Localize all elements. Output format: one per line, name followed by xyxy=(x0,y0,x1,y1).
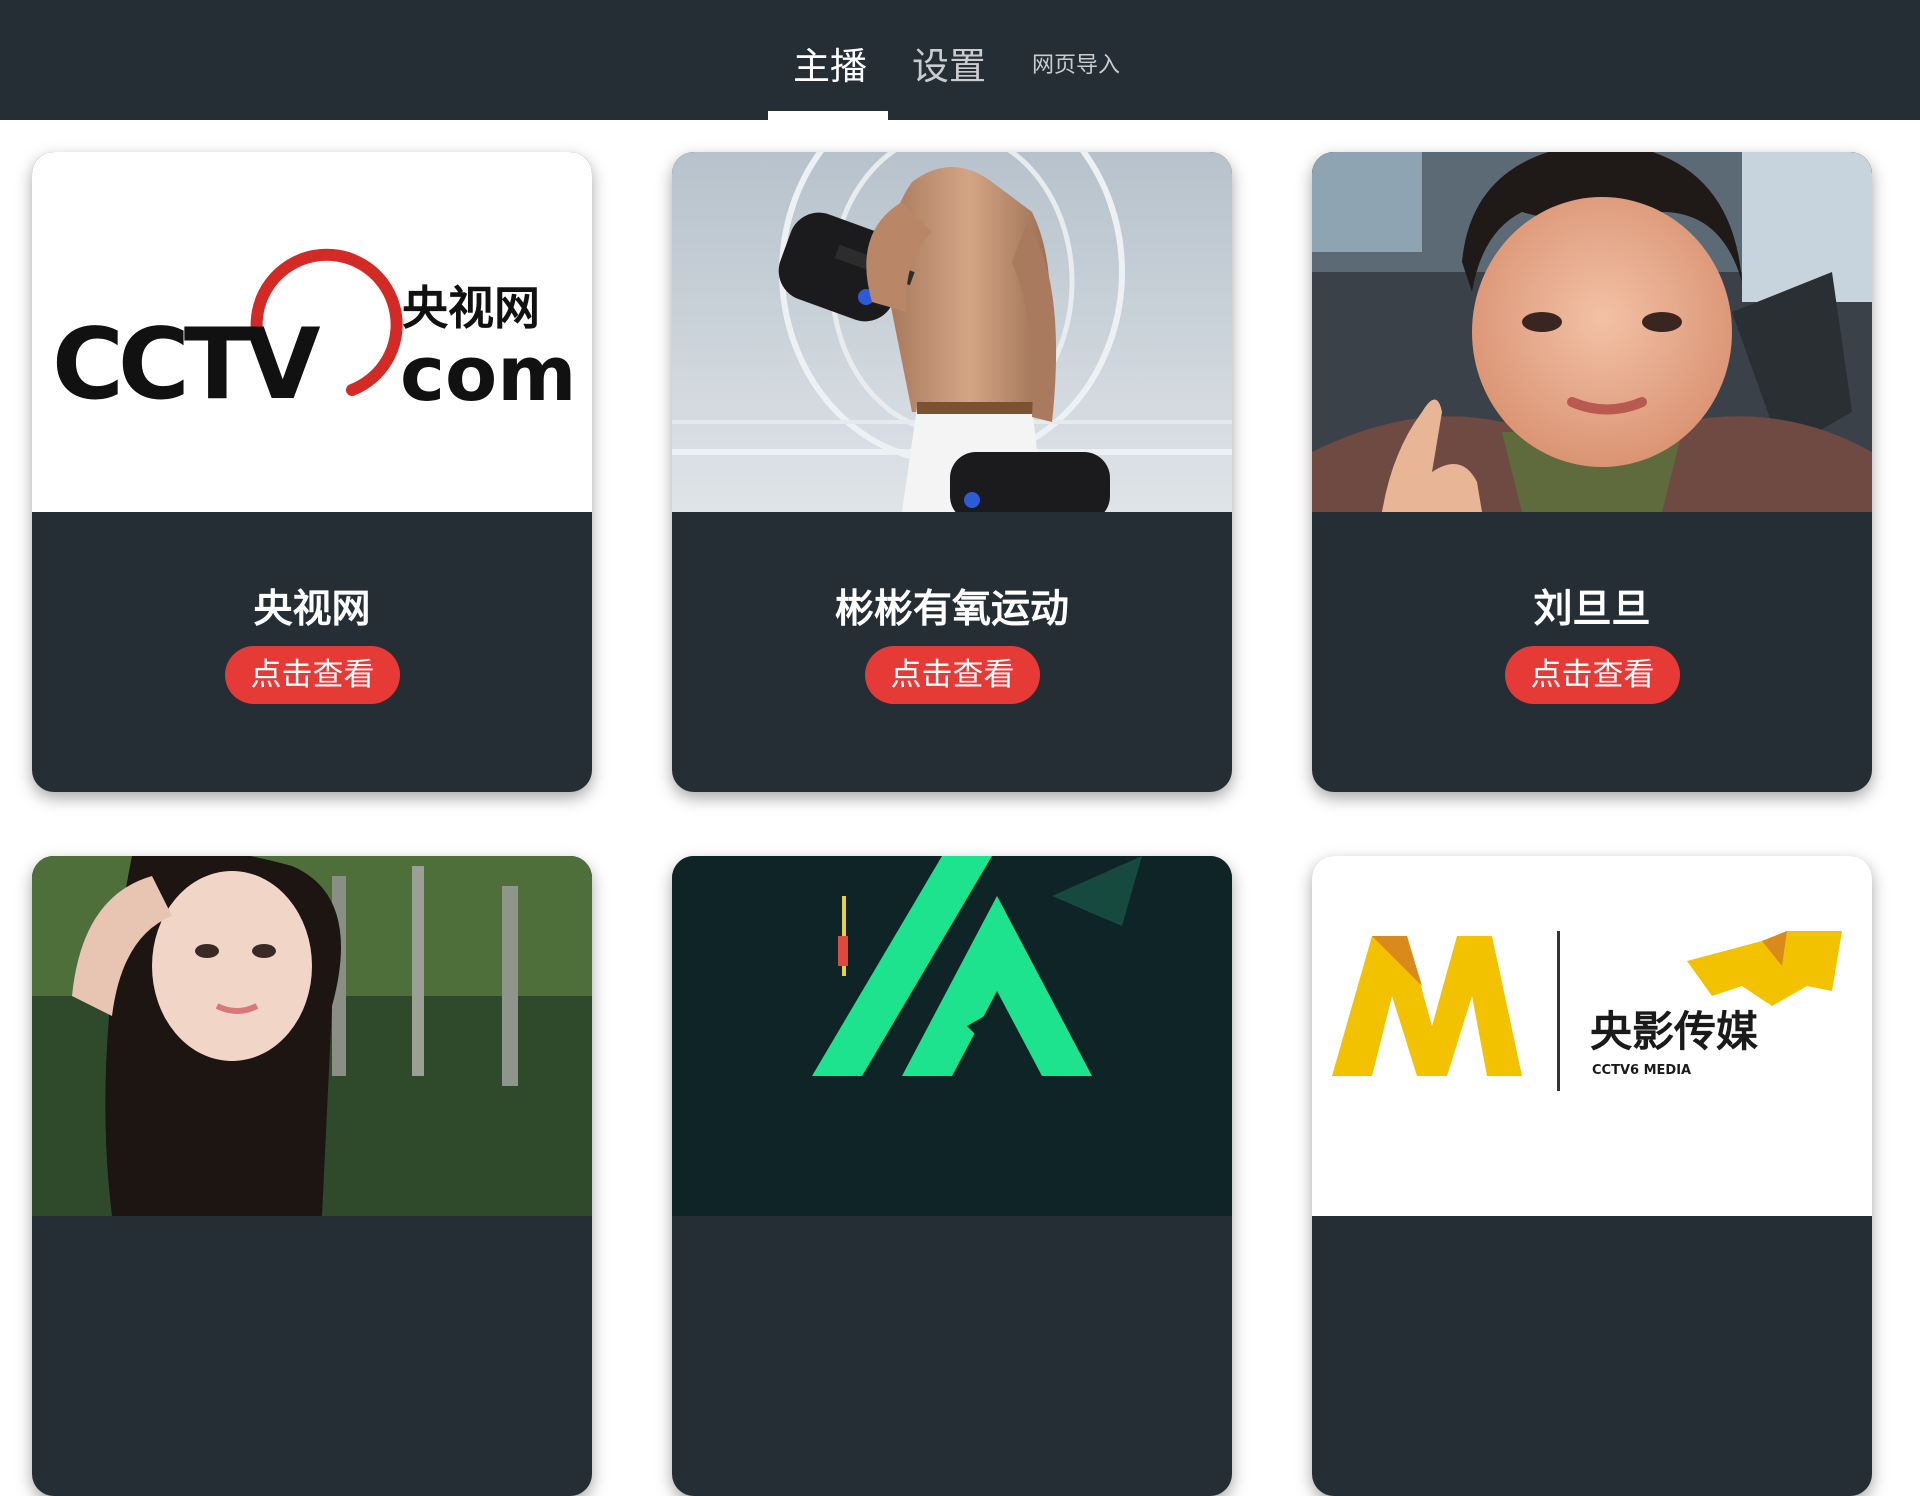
view-button[interactable]: 点击查看 xyxy=(225,646,400,704)
logo-thumbnail: 央影传媒 CCTV6 MEDIA xyxy=(1312,856,1872,1216)
media-logo-cn-text: 央影传媒 xyxy=(1590,1007,1759,1056)
tab-web-import[interactable]: 网页导入 xyxy=(1032,47,1120,79)
tab-streamer[interactable]: 主播 xyxy=(793,36,867,90)
active-tab-indicator xyxy=(768,111,888,120)
cctv-logo-com-text: com xyxy=(400,329,576,418)
channel-grid: CCTV 央视网 com 央视网 点击查看 彬彬有氧运动 点击查看 刘旦旦 点击… xyxy=(0,120,1920,1496)
portrait-photo xyxy=(32,856,592,1216)
channel-card[interactable]: 央影传媒 CCTV6 MEDIA xyxy=(1312,856,1872,1496)
dumbbell-photo xyxy=(672,152,1232,512)
logo-thumbnail xyxy=(672,856,1232,1216)
green-triangle-logo-icon xyxy=(672,856,1232,1216)
channel-card[interactable]: 彬彬有氧运动 点击查看 xyxy=(672,152,1232,792)
portrait-photo-thumbnail xyxy=(32,856,592,1216)
top-nav-bar: 主播 设置 网页导入 xyxy=(0,0,1920,120)
cctv-logo-thumbnail: CCTV 央视网 com xyxy=(32,152,592,512)
portrait-photo-thumbnail xyxy=(1312,152,1872,512)
card-title: 彬彬有氧运动 xyxy=(834,587,1069,632)
media-logo-en-text: CCTV6 MEDIA xyxy=(1592,1063,1691,1078)
tab-settings[interactable]: 设置 xyxy=(912,36,986,90)
card-title: 央视网 xyxy=(253,587,371,632)
view-button[interactable]: 点击查看 xyxy=(865,646,1040,704)
channel-card[interactable] xyxy=(32,856,592,1496)
channel-card[interactable] xyxy=(672,856,1232,1496)
m-logo-icon: 央影传媒 CCTV6 MEDIA xyxy=(1312,856,1872,1216)
fitness-photo-thumbnail xyxy=(672,152,1232,512)
channel-card[interactable]: CCTV 央视网 com 央视网 点击查看 xyxy=(32,152,592,792)
cctv-logo-text: CCTV xyxy=(52,308,321,422)
card-title: 刘旦旦 xyxy=(1533,587,1651,632)
cctv-logo-icon: CCTV 央视网 com xyxy=(52,248,576,422)
channel-card[interactable]: 刘旦旦 点击查看 xyxy=(1312,152,1872,792)
view-button[interactable]: 点击查看 xyxy=(1505,646,1680,704)
cctv-logo-cn-text: 央视网 xyxy=(402,281,540,335)
portrait-photo xyxy=(1312,152,1872,512)
